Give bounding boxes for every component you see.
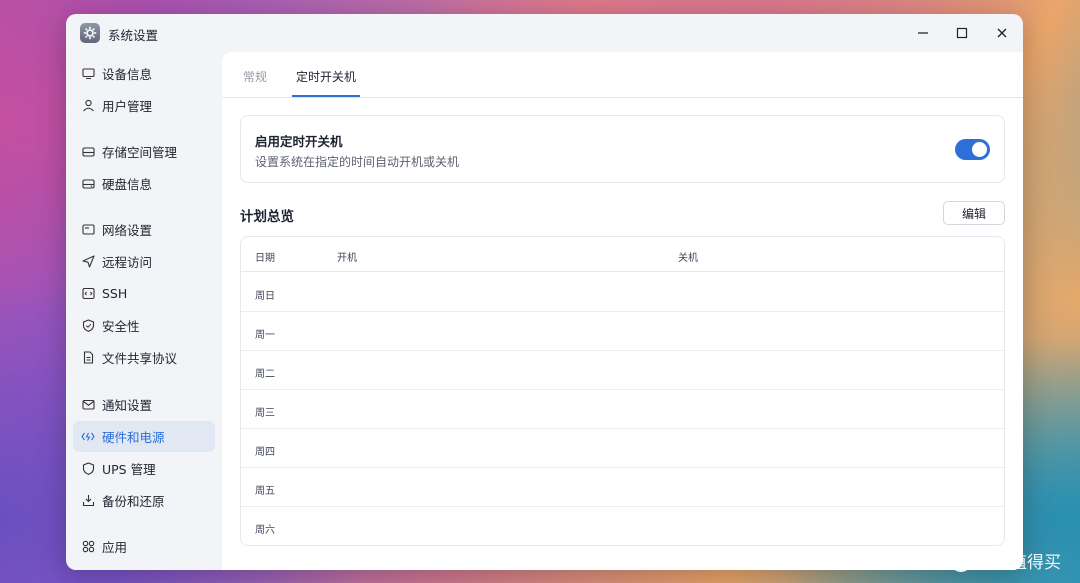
sidebar-item-label: 设备信息 xyxy=(102,67,153,82)
sidebar-item-label: 备份和还原 xyxy=(102,494,165,509)
user-icon xyxy=(81,99,95,113)
sidebar-item-user-management[interactable]: 用户管理 xyxy=(73,90,215,121)
sidebar-item-device-info[interactable]: 设备信息 xyxy=(73,58,215,89)
terminal-icon xyxy=(81,287,95,301)
column-header-power-on: 开机 xyxy=(337,253,357,264)
column-header-date: 日期 xyxy=(255,253,275,264)
sidebar-item-apps[interactable]: 应用 xyxy=(73,531,215,562)
table-cell-day: 周六 xyxy=(255,525,275,536)
table-row: 周六 xyxy=(241,507,1004,545)
sidebar-item-label: 用户管理 xyxy=(102,99,153,114)
sidebar: 设备信息 用户管理 存储空间管理 硬盘信息 网络设置 远程访问 SSH 安全性 xyxy=(66,52,222,570)
sidebar-item-label: 存储空间管理 xyxy=(102,145,178,160)
sidebar-item-security[interactable]: 安全性 xyxy=(73,310,215,341)
tab-general[interactable]: 常规 xyxy=(243,68,267,85)
table-row: 周一 xyxy=(241,312,1004,351)
active-tab-indicator xyxy=(292,95,360,97)
table-cell-day: 周二 xyxy=(255,369,275,380)
mail-icon xyxy=(81,398,95,412)
file-icon xyxy=(81,351,95,365)
gear-icon xyxy=(80,23,100,43)
table-row: 周三 xyxy=(241,390,1004,429)
hardware-icon xyxy=(81,430,95,444)
sidebar-item-ssh[interactable]: SSH xyxy=(73,278,215,309)
sidebar-item-label: 远程访问 xyxy=(102,255,153,270)
section-title: 计划总览 xyxy=(240,209,294,225)
network-icon xyxy=(81,223,95,237)
minimize-button[interactable] xyxy=(912,22,934,44)
window-title: 系统设置 xyxy=(108,28,159,43)
table-cell-day: 周日 xyxy=(255,291,275,302)
send-icon xyxy=(81,255,95,269)
table-row: 周四 xyxy=(241,429,1004,468)
watermark-icon: 值 xyxy=(950,549,972,572)
maximize-button[interactable] xyxy=(951,22,973,44)
watermark-text: 什么值得买 xyxy=(976,553,1061,573)
sidebar-item-label: 应用 xyxy=(102,540,128,555)
table-cell-day: 周四 xyxy=(255,447,275,458)
column-header-power-off: 关机 xyxy=(678,253,698,264)
maximize-icon xyxy=(956,27,968,39)
watermark: 值 什么值得买 xyxy=(950,548,1061,573)
sidebar-item-network[interactable]: 网络设置 xyxy=(73,214,215,245)
sidebar-item-label: 通知设置 xyxy=(102,398,153,413)
card-title: 启用定时开关机 xyxy=(255,134,343,149)
monitor-icon xyxy=(81,67,95,81)
schedule-toggle[interactable] xyxy=(955,139,990,160)
disk-icon xyxy=(81,177,95,191)
sidebar-item-file-sharing[interactable]: 文件共享协议 xyxy=(73,342,215,373)
sidebar-item-label: 硬件和电源 xyxy=(102,430,165,445)
sidebar-item-label: UPS 管理 xyxy=(102,462,156,477)
table-header: 日期 开机 关机 xyxy=(241,237,1004,272)
sidebar-item-label: 硬盘信息 xyxy=(102,177,153,192)
edit-button[interactable]: 编辑 xyxy=(943,201,1005,225)
sidebar-item-backup[interactable]: 备份和还原 xyxy=(73,485,215,516)
toggle-knob xyxy=(972,142,987,157)
sidebar-item-label: SSH xyxy=(102,286,128,301)
apps-icon xyxy=(81,540,95,554)
schedule-toggle-card: 启用定时开关机 设置系统在指定的时间自动开机或关机 xyxy=(240,115,1005,183)
sidebar-item-notifications[interactable]: 通知设置 xyxy=(73,389,215,420)
table-cell-day: 周三 xyxy=(255,408,275,419)
shield-icon xyxy=(81,319,95,333)
table-row: 周二 xyxy=(241,351,1004,390)
settings-window: 系统设置 设备信息 用户管理 存储空间管理 硬盘信息 网络设置 远程访问 SSH… xyxy=(66,14,1023,570)
close-button[interactable] xyxy=(991,22,1013,44)
sidebar-item-label: 文件共享协议 xyxy=(102,351,178,366)
sidebar-item-label: 安全性 xyxy=(102,319,140,334)
table-row: 周五 xyxy=(241,468,1004,507)
schedule-table: 日期 开机 关机 周日 周一 周二 周三 周四 周五 周六 xyxy=(240,236,1005,546)
backup-icon xyxy=(81,494,95,508)
tab-bar: 常规 定时开关机 xyxy=(222,52,1023,98)
main-content: 常规 定时开关机 启用定时开关机 设置系统在指定的时间自动开机或关机 计划总览 … xyxy=(222,52,1023,570)
close-icon xyxy=(997,28,1007,38)
table-cell-day: 周五 xyxy=(255,486,275,497)
sidebar-item-label: 网络设置 xyxy=(102,223,153,238)
table-row: 周日 xyxy=(241,273,1004,312)
table-cell-day: 周一 xyxy=(255,330,275,341)
sidebar-item-disk-info[interactable]: 硬盘信息 xyxy=(73,168,215,199)
minimize-icon xyxy=(918,32,928,34)
sidebar-item-storage[interactable]: 存储空间管理 xyxy=(73,136,215,167)
sidebar-item-ups[interactable]: UPS 管理 xyxy=(73,453,215,484)
title-bar[interactable]: 系统设置 xyxy=(66,14,1023,52)
drive-icon xyxy=(81,145,95,159)
sidebar-item-remote-access[interactable]: 远程访问 xyxy=(73,246,215,277)
card-description: 设置系统在指定的时间自动开机或关机 xyxy=(255,155,460,169)
ups-shield-icon xyxy=(81,462,95,476)
sidebar-item-hardware-power[interactable]: 硬件和电源 xyxy=(73,421,215,452)
tab-scheduled-power[interactable]: 定时开关机 xyxy=(296,68,356,85)
